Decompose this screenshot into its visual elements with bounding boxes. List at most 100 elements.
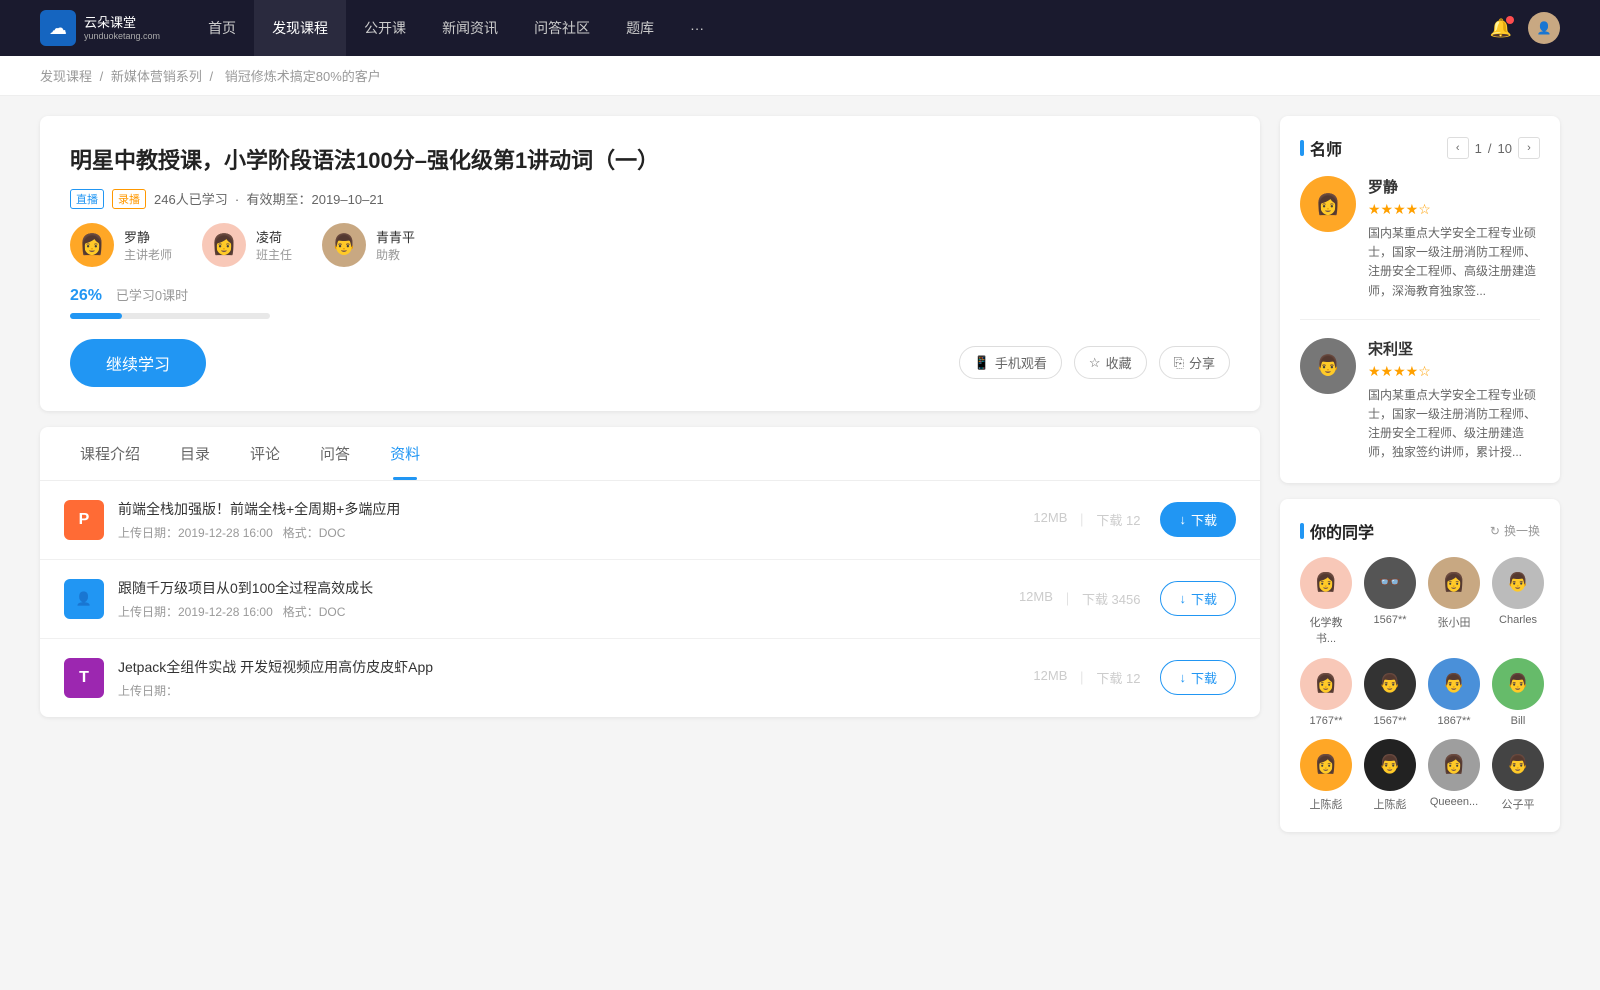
nav-item-quiz[interactable]: 题库 xyxy=(608,0,672,56)
tab-resources[interactable]: 资料 xyxy=(370,427,440,480)
classmate-name-8: Bill xyxy=(1511,715,1526,727)
notification-dot xyxy=(1506,16,1514,24)
share-button[interactable]: ⎘ 分享 xyxy=(1159,346,1230,379)
notification-bell[interactable]: 🔔 xyxy=(1490,18,1512,39)
user-avatar-nav[interactable]: 👤 xyxy=(1528,12,1560,44)
famous-teacher-avatar-2: 👨 xyxy=(1300,338,1356,394)
download-button-3[interactable]: ↓ 下载 xyxy=(1160,660,1236,695)
tab-qa[interactable]: 问答 xyxy=(300,427,370,480)
download-icon-3: ↓ xyxy=(1179,670,1186,685)
left-column: 明星中教授课，小学阶段语法100分–强化级第1讲动词（一） 直播 录播 246人… xyxy=(40,116,1260,848)
download-icon-1: ↓ xyxy=(1179,512,1186,527)
teacher-3: 👨 青青平 助教 xyxy=(322,223,415,267)
classmate-10[interactable]: 👨 上陈彪 xyxy=(1364,739,1416,812)
classmate-name-5: 1767** xyxy=(1309,715,1342,727)
progress-section: 26% 已学习0课时 xyxy=(70,285,1230,319)
teacher-avatar-2: 👩 xyxy=(202,223,246,267)
teacher-1: 👩 罗静 主讲老师 xyxy=(70,223,172,267)
classmates-panel: 你的同学 ↻ 换一换 👩 化学教书... 👓 1567** 👩 张小田 xyxy=(1280,499,1560,832)
famous-teacher-stars-2: ★★★★☆ xyxy=(1368,363,1540,380)
teacher-name-3: 青青平 xyxy=(376,227,415,246)
panel-title-classmates: 你的同学 xyxy=(1300,519,1374,543)
download-icon-2: ↓ xyxy=(1179,591,1186,606)
right-column: 名师 ‹ 1/10 › 👩 罗静 ★★★★☆ 国内某重点大学安全工程专业硕士，国… xyxy=(1280,116,1560,848)
classmates-header: 你的同学 ↻ 换一换 xyxy=(1300,519,1540,543)
nav-item-qa[interactable]: 问答社区 xyxy=(516,0,608,56)
breadcrumb-link-series[interactable]: 新媒体营销系列 xyxy=(111,69,202,84)
classmate-avatar-6: 👨 xyxy=(1364,658,1416,710)
classmate-avatar-11: 👩 xyxy=(1428,739,1480,791)
nav-item-more[interactable]: ··· xyxy=(672,0,722,56)
course-learners: 246人已学习 · 有效期至：2019–10–21 xyxy=(154,189,384,208)
resource-name-2: 跟随千万级项目从0到100全过程高效成长 xyxy=(118,578,1019,598)
refresh-icon: ↻ xyxy=(1490,524,1500,538)
tab-content-resources: P 前端全栈加强版！前端全栈+全周期+多端应用 上传日期：2019-12-28 … xyxy=(40,481,1260,717)
classmate-7[interactable]: 👨 1867** xyxy=(1428,658,1480,727)
classmate-name-2: 1567** xyxy=(1373,614,1406,626)
share-icon: ⎘ xyxy=(1174,355,1184,371)
tab-intro[interactable]: 课程介绍 xyxy=(60,427,160,480)
main-layout: 明星中教授课，小学阶段语法100分–强化级第1讲动词（一） 直播 录播 246人… xyxy=(0,96,1600,868)
resource-stats-1: 12MB ｜ 下载 12 xyxy=(1033,510,1140,529)
classmate-name-3: 张小田 xyxy=(1438,614,1471,630)
classmate-3[interactable]: 👩 张小田 xyxy=(1428,557,1480,646)
famous-teachers-panel: 名师 ‹ 1/10 › 👩 罗静 ★★★★☆ 国内某重点大学安全工程专业硕士，国… xyxy=(1280,116,1560,483)
next-page-btn[interactable]: › xyxy=(1518,137,1540,159)
nav-item-home[interactable]: 首页 xyxy=(190,0,254,56)
navbar: ☁ 云朵课堂 yunduoketang.com 首页 发现课程 公开课 新闻资讯… xyxy=(0,0,1600,56)
tab-review[interactable]: 评论 xyxy=(230,427,300,480)
resource-icon-1: P xyxy=(64,500,104,540)
famous-teacher-2: 👨 宋利坚 ★★★★☆ 国内某重点大学安全工程专业硕士，国家一级注册消防工程师、… xyxy=(1300,338,1540,463)
breadcrumb-link-discover[interactable]: 发现课程 xyxy=(40,69,92,84)
refresh-classmates-btn[interactable]: ↻ 换一换 xyxy=(1490,522,1540,539)
teachers-row: 👩 罗静 主讲老师 👩 凌荷 班主任 👨 青青平 xyxy=(70,223,1230,267)
classmate-avatar-9: 👩 xyxy=(1300,739,1352,791)
teacher-avatar-1: 👩 xyxy=(70,223,114,267)
classmate-2[interactable]: 👓 1567** xyxy=(1364,557,1416,646)
famous-teacher-1: 👩 罗静 ★★★★☆ 国内某重点大学安全工程专业硕士，国家一级注册消防工程师、注… xyxy=(1300,176,1540,320)
continue-button[interactable]: 继续学习 xyxy=(70,339,206,387)
tabs-bar: 课程介绍 目录 评论 问答 资料 xyxy=(40,427,1260,481)
mobile-icon: 📱 xyxy=(974,355,990,371)
famous-teacher-name-2: 宋利坚 xyxy=(1368,338,1540,359)
teacher-name-2: 凌荷 xyxy=(256,227,292,246)
classmate-avatar-2: 👓 xyxy=(1364,557,1416,609)
classmate-avatar-8: 👨 xyxy=(1492,658,1544,710)
teacher-avatar-3: 👨 xyxy=(322,223,366,267)
classmate-avatar-7: 👨 xyxy=(1428,658,1480,710)
classmates-grid: 👩 化学教书... 👓 1567** 👩 张小田 👨 Charles 👩 xyxy=(1300,557,1540,812)
classmate-4[interactable]: 👨 Charles xyxy=(1492,557,1544,646)
classmate-11[interactable]: 👩 Queeen... xyxy=(1428,739,1480,812)
classmate-name-9: 上陈彪 xyxy=(1310,796,1343,812)
nav-item-news[interactable]: 新闻资讯 xyxy=(424,0,516,56)
prev-page-btn[interactable]: ‹ xyxy=(1447,137,1469,159)
panel-header-teachers: 名师 ‹ 1/10 › xyxy=(1300,136,1540,160)
classmate-6[interactable]: 👨 1567** xyxy=(1364,658,1416,727)
classmate-1[interactable]: 👩 化学教书... xyxy=(1300,557,1352,646)
resource-stats-2: 12MB ｜ 下载 3456 xyxy=(1019,589,1141,608)
mobile-watch-button[interactable]: 📱 手机观看 xyxy=(959,346,1062,379)
resource-meta-2: 上传日期：2019-12-28 16:00 格式：DOC xyxy=(118,603,1019,620)
progress-studied: 已学习0课时 xyxy=(116,288,188,303)
classmate-avatar-4: 👨 xyxy=(1492,557,1544,609)
course-title: 明星中教授课，小学阶段语法100分–强化级第1讲动词（一） xyxy=(70,146,1230,177)
classmate-9[interactable]: 👩 上陈彪 xyxy=(1300,739,1352,812)
download-button-2[interactable]: ↓ 下载 xyxy=(1160,581,1236,616)
collect-button[interactable]: ☆ 收藏 xyxy=(1074,346,1147,379)
breadcrumb: 发现课程 / 新媒体营销系列 / 销冠修炼术搞定80%的客户 xyxy=(0,56,1600,96)
logo[interactable]: ☁ 云朵课堂 yunduoketang.com xyxy=(40,10,160,46)
classmate-12[interactable]: 👨 公子平 xyxy=(1492,739,1544,812)
classmate-name-6: 1567** xyxy=(1373,715,1406,727)
progress-pct: 26% xyxy=(70,287,102,304)
famous-teacher-desc-1: 国内某重点大学安全工程专业硕士，国家一级注册消防工程师、注册安全工程师、高级注册… xyxy=(1368,224,1540,301)
logo-icon: ☁ xyxy=(40,10,76,46)
tab-catalog[interactable]: 目录 xyxy=(160,427,230,480)
nav-right: 🔔 👤 xyxy=(1490,12,1560,44)
classmate-8[interactable]: 👨 Bill xyxy=(1492,658,1544,727)
nav-item-discover[interactable]: 发现课程 xyxy=(254,0,346,56)
resource-icon-3: T xyxy=(64,658,104,698)
download-button-1[interactable]: ↓ 下载 xyxy=(1160,502,1236,537)
classmate-5[interactable]: 👩 1767** xyxy=(1300,658,1352,727)
nav-item-open[interactable]: 公开课 xyxy=(346,0,424,56)
teacher-role-3: 助教 xyxy=(376,246,415,263)
